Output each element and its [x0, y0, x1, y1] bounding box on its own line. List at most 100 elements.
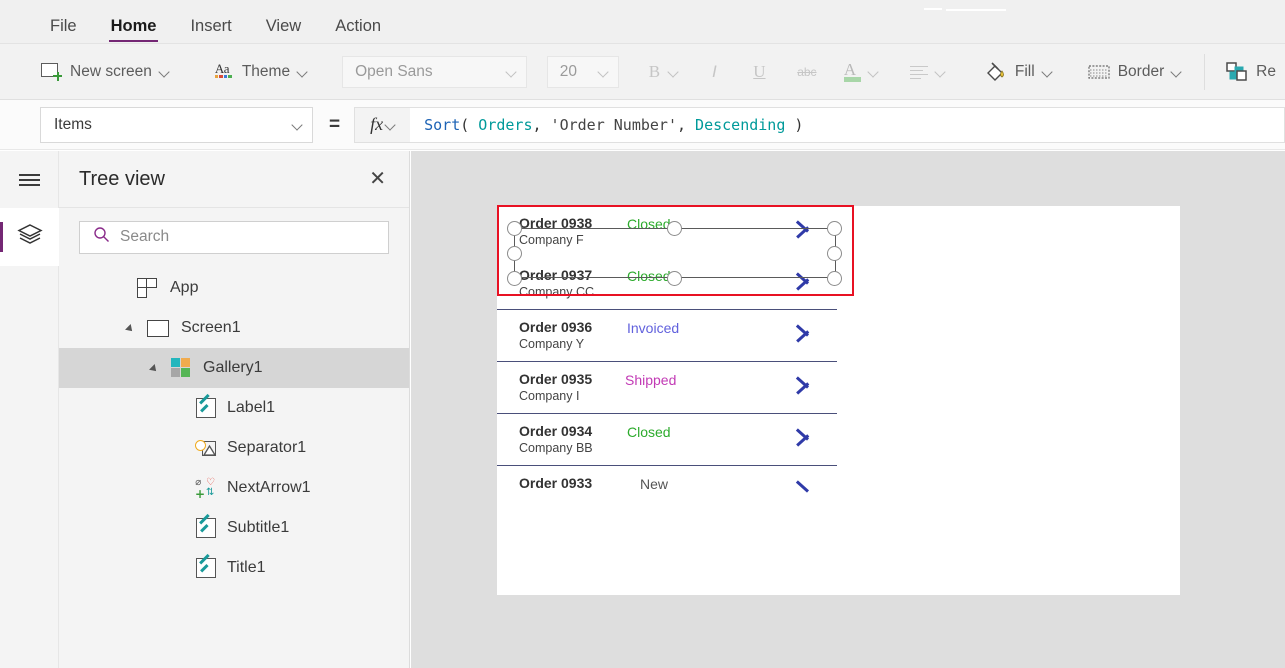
underline-button[interactable]: U [744, 52, 775, 92]
gallery-icon [171, 358, 191, 378]
order-title: Order 0934 [519, 423, 593, 439]
tree-node-label1[interactable]: Label1 [59, 388, 409, 428]
tree-node-title1[interactable]: Title1 [59, 548, 409, 588]
strikethrough-icon: abc [797, 64, 817, 79]
order-title: Order 0935 [519, 371, 593, 387]
next-arrow-icon[interactable] [795, 215, 817, 241]
font-family-select[interactable]: Open Sans [342, 55, 527, 88]
chevron-expand-icon[interactable] [127, 323, 138, 334]
order-subtitle: Company Y [519, 337, 585, 351]
search-placeholder: Search [120, 228, 170, 245]
formula-token-punc: ( [460, 115, 479, 134]
tree-node-list: App Screen1 Gallery1 Label1 Separator1 ⌀… [59, 266, 409, 588]
tree-node-subtitle1[interactable]: Subtitle1 [59, 508, 409, 548]
formula-token-str: 'Order Number' [550, 115, 677, 134]
tree-node-label: Screen1 [181, 319, 241, 336]
tree-node-gallery1[interactable]: Gallery1 [59, 348, 409, 388]
app-icon [137, 277, 158, 299]
text-align-button[interactable] [901, 52, 954, 92]
search-input[interactable]: Search [79, 220, 389, 254]
tree-view-panel: Tree view ✕ Search App Screen1 Gallery1 … [59, 151, 410, 668]
gallery-row[interactable]: Order 0933 New [497, 466, 837, 518]
separator-icon [195, 439, 217, 458]
hamburger-menu-button[interactable] [0, 151, 59, 208]
tree-node-screen1[interactable]: Screen1 [59, 308, 409, 348]
next-arrow-icon[interactable] [795, 371, 817, 397]
chevron-down-icon [869, 67, 878, 76]
tree-view-title: Tree view [79, 167, 165, 190]
fill-bucket-icon [985, 61, 1007, 82]
tree-node-label: NextArrow1 [227, 479, 311, 496]
chevron-down-icon [507, 67, 516, 76]
hamburger-icon [19, 174, 40, 186]
next-arrow-icon[interactable] [795, 475, 817, 501]
property-select[interactable]: Items [40, 106, 313, 143]
next-arrow-icon[interactable] [795, 267, 817, 293]
formula-input[interactable]: Sort( Orders, 'Order Number', Descending… [410, 106, 1285, 143]
gallery-row[interactable]: Order 0938 Company F Closed [497, 206, 837, 258]
fx-button[interactable]: fx [354, 106, 411, 143]
strikethrough-button[interactable]: abc [787, 52, 827, 92]
menu-item-view[interactable]: View [249, 11, 318, 43]
font-size-value: 20 [559, 62, 577, 80]
gallery-row[interactable]: Order 0934 Company BB Closed [497, 414, 837, 466]
order-status: Closed [627, 268, 671, 284]
reorder-label: Re [1256, 62, 1276, 80]
new-screen-button[interactable]: New screen [32, 52, 178, 92]
next-arrow-icon[interactable] [795, 319, 817, 345]
app-screen-preview[interactable]: Order 0938 Company F Closed Order 0937 C… [497, 205, 1180, 595]
screen-icon [147, 319, 169, 337]
theme-label: Theme [241, 62, 291, 80]
theme-button[interactable]: Aa Theme [206, 52, 316, 92]
tree-node-separator1[interactable]: Separator1 [59, 428, 409, 468]
canvas-area: Order 0938 Company F Closed Order 0937 C… [411, 151, 1285, 668]
formula-token-punc: , [532, 115, 551, 134]
equals-sign: = [329, 113, 341, 135]
gallery-row[interactable]: Order 0937 Company CC Closed [497, 258, 837, 310]
italic-icon: I [712, 61, 717, 81]
tree-node-nextarrow1[interactable]: ⌀ ♡ + ⇅ NextArrow1 [59, 468, 409, 508]
tree-node-label: Title1 [227, 559, 266, 576]
order-status: Invoiced [627, 320, 680, 336]
formula-token-id: Orders [478, 115, 533, 134]
tree-node-label: Gallery1 [203, 359, 263, 376]
formula-bar-container: Items = fx Sort( Orders, 'Order Number',… [0, 100, 1285, 150]
order-subtitle: Company BB [519, 441, 593, 455]
main-menu-bar: File Home Insert View Action [0, 11, 1285, 43]
menu-item-file[interactable]: File [33, 11, 94, 43]
font-color-button[interactable]: A [835, 52, 887, 92]
gallery-row[interactable]: Order 0935 Company I Shipped [497, 362, 837, 414]
border-button[interactable]: Border [1079, 52, 1191, 92]
bold-button[interactable]: B [639, 52, 687, 92]
align-icon [909, 65, 928, 80]
border-label: Border [1117, 62, 1165, 80]
font-size-select[interactable]: 20 [546, 55, 619, 88]
close-icon[interactable]: ✕ [369, 169, 386, 189]
label-icon [196, 513, 216, 538]
font-color-icon: A [843, 60, 861, 82]
menu-item-insert[interactable]: Insert [173, 11, 248, 43]
tree-view-header: Tree view ✕ [59, 151, 409, 208]
fx-label: fx [370, 114, 384, 134]
border-icon [1088, 64, 1110, 80]
formula-text: Sort( Orders, 'Order Number', Descending… [424, 116, 803, 134]
bold-icon: B [648, 61, 661, 81]
italic-button[interactable]: I [699, 52, 730, 92]
gallery-control[interactable]: Order 0938 Company F Closed Order 0937 C… [497, 206, 837, 518]
menu-item-action[interactable]: Action [318, 11, 398, 43]
order-title: Order 0937 [519, 267, 593, 283]
gallery-row[interactable]: Order 0936 Company Y Invoiced [497, 310, 837, 362]
chevron-expand-icon[interactable] [151, 363, 162, 374]
search-icon [93, 226, 110, 248]
next-arrow-icon[interactable] [795, 423, 817, 449]
window-top-strip [0, 0, 1285, 11]
home-ribbon-toolbar: New screen Aa Theme Open Sans 20 B I U a… [0, 43, 1285, 100]
left-rail [0, 151, 59, 668]
reorder-button[interactable]: Re [1217, 52, 1285, 92]
tree-node-app[interactable]: App [59, 268, 409, 308]
fill-button[interactable]: Fill [976, 52, 1061, 92]
rail-item-tree-view[interactable] [0, 208, 59, 266]
menu-item-home[interactable]: Home [94, 11, 174, 43]
order-subtitle: Company CC [519, 285, 595, 299]
order-subtitle: Company F [519, 233, 584, 247]
